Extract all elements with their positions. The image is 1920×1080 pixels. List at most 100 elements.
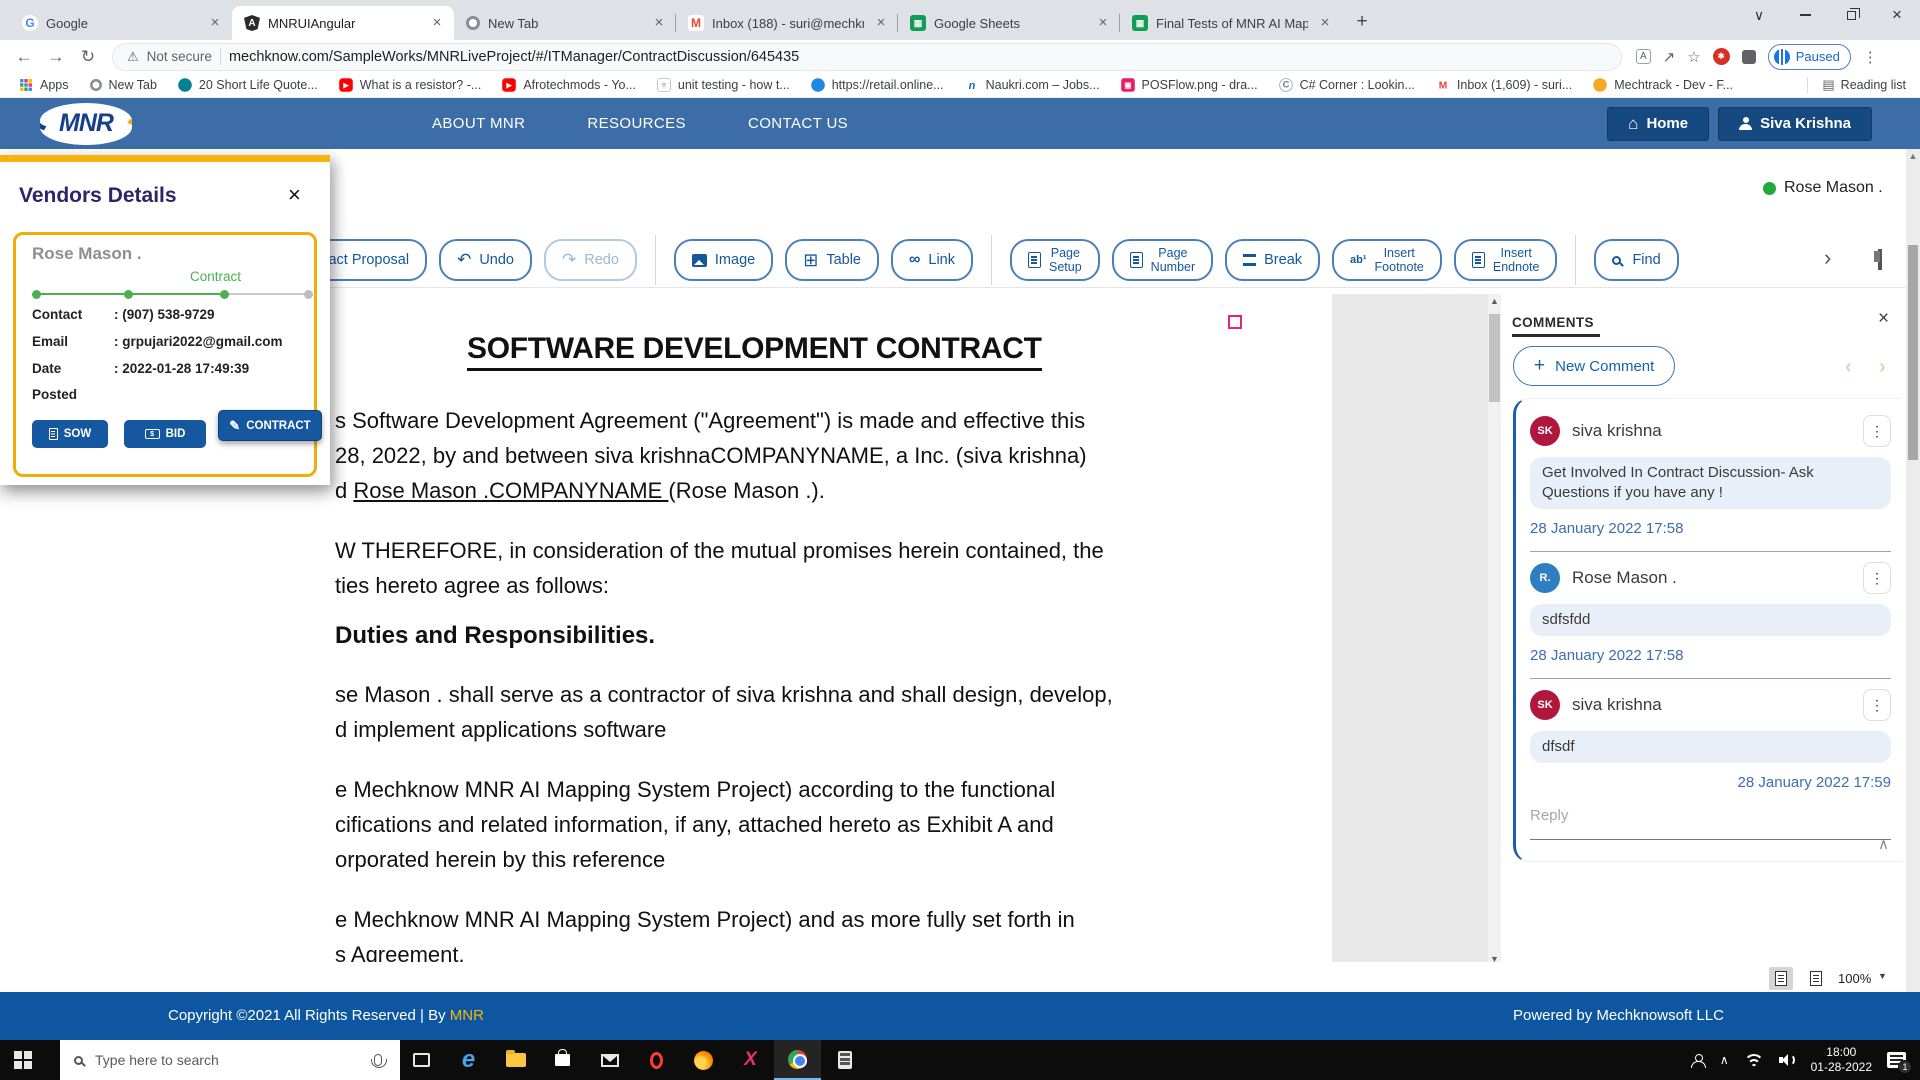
page-scrollbar[interactable]: ▲ ▼: [1906, 149, 1920, 1040]
break-button[interactable]: Break: [1225, 239, 1320, 281]
reload-button[interactable]: ↻: [72, 47, 104, 67]
toolbar-overflow-chevron-icon[interactable]: ›: [1824, 245, 1831, 271]
bookmark-item[interactable]: ▶What is a resistor? -...: [330, 77, 490, 93]
document-scrollbar[interactable]: ▲ ▼: [1488, 294, 1501, 967]
bookmark-item[interactable]: Apps: [10, 77, 77, 93]
browser-tab[interactable]: ▦Google Sheets×: [898, 6, 1120, 40]
nav-about-mnr[interactable]: ABOUT MNR: [432, 115, 525, 132]
bookmark-star-icon[interactable]: ☆: [1687, 48, 1700, 66]
bookmark-item[interactable]: CC# Corner : Lookin...: [1270, 77, 1423, 93]
task-view-button[interactable]: [398, 1040, 445, 1080]
close-button[interactable]: ×: [1874, 0, 1920, 30]
tab-close-icon[interactable]: ×: [1094, 14, 1112, 32]
page-setup-button[interactable]: PageSetup: [1010, 239, 1100, 281]
microphone-icon[interactable]: [374, 1054, 382, 1066]
side-panel-toggle-icon[interactable]: [1878, 249, 1882, 270]
undo-button[interactable]: Undo: [439, 239, 532, 281]
tab-search-icon[interactable]: ∨: [1736, 0, 1782, 30]
volume-icon[interactable]: [1779, 1053, 1796, 1067]
zoom-caret-icon[interactable]: ▼: [1878, 971, 1887, 981]
bookmark-item[interactable]: https://retail.online...: [802, 77, 952, 93]
back-button[interactable]: ←: [8, 47, 40, 67]
contract-button[interactable]: CONTRACT: [218, 410, 322, 441]
file-explorer-icon[interactable]: [492, 1040, 539, 1080]
extensions-puzzle-icon[interactable]: [1742, 50, 1756, 64]
tab-close-icon[interactable]: ×: [206, 14, 224, 32]
image-button[interactable]: Image: [674, 239, 773, 281]
opera-icon[interactable]: [633, 1040, 680, 1080]
zoom-level[interactable]: 100%: [1838, 971, 1871, 986]
new-comment-button[interactable]: + New Comment: [1513, 346, 1675, 386]
browser-tab[interactable]: New Tab×: [454, 6, 676, 40]
insert-endnote-button[interactable]: InsertEndnote: [1454, 239, 1558, 281]
start-button[interactable]: [14, 1051, 32, 1069]
adblock-extension-icon[interactable]: ✱: [1713, 48, 1730, 65]
address-bar[interactable]: ⚠ Not secure mechknow.com/SampleWorks/MN…: [112, 43, 1622, 71]
hidden-icons-chevron[interactable]: ∧: [1720, 1053, 1729, 1067]
bookmark-item[interactable]: ▶Afrotechmods - Yo...: [493, 77, 644, 93]
reading-list-button[interactable]: ▤ Reading list: [1807, 77, 1920, 93]
bookmark-item[interactable]: 20 Short Life Quote...: [169, 77, 326, 93]
reading-view-icon[interactable]: [1769, 967, 1793, 990]
browser-tab[interactable]: GGoogle×: [10, 6, 232, 40]
bookmark-item[interactable]: ▣POSFlow.png - dra...: [1112, 77, 1266, 93]
nav-contact-us[interactable]: CONTACT US: [748, 115, 848, 132]
bookmark-item[interactable]: MInbox (1,609) - suri...: [1427, 77, 1580, 93]
user-button[interactable]: Siva Krishna: [1718, 107, 1872, 141]
bid-button[interactable]: $ BID: [124, 420, 206, 448]
scrollbar-thumb[interactable]: [1908, 245, 1918, 460]
browser-tab[interactable]: AMNRUIAngular×: [232, 6, 454, 40]
edge-icon[interactable]: e: [445, 1040, 492, 1080]
scrollbar-thumb[interactable]: [1489, 314, 1500, 402]
chrome-icon[interactable]: [774, 1040, 821, 1080]
redo-button[interactable]: Redo: [544, 239, 637, 281]
next-comment-icon[interactable]: ›: [1879, 356, 1886, 379]
find-button[interactable]: Find: [1594, 239, 1678, 281]
comment-anchor-marker[interactable]: [1228, 315, 1242, 329]
new-tab-button[interactable]: +: [1348, 8, 1376, 36]
people-icon[interactable]: [1691, 1054, 1705, 1067]
wifi-icon[interactable]: [1744, 1053, 1764, 1068]
comment-menu-icon[interactable]: ⋮: [1863, 415, 1891, 447]
mnr-logo[interactable]: MNR: [40, 103, 132, 145]
chrome-menu-icon[interactable]: ⋮: [1863, 48, 1878, 66]
scroll-up-icon[interactable]: ▲: [1906, 151, 1920, 161]
browser-tab[interactable]: ▦Final Tests of MNR AI Mapping S×: [1120, 6, 1342, 40]
prev-comment-icon[interactable]: ‹: [1845, 356, 1852, 379]
translate-icon[interactable]: A: [1636, 49, 1651, 64]
page-number-button[interactable]: PageNumber: [1112, 239, 1213, 281]
forward-button[interactable]: →: [40, 47, 72, 67]
bookmark-item[interactable]: Mechtrack - Dev - F...: [1584, 77, 1741, 93]
mail-icon[interactable]: [586, 1040, 633, 1080]
document-page[interactable]: SOFTWARE DEVELOPMENT CONTRACT s Software…: [328, 294, 1332, 967]
link-button[interactable]: Link: [891, 239, 973, 281]
nav-resources[interactable]: RESOURCES: [587, 115, 686, 132]
comment-menu-icon[interactable]: ⋮: [1863, 689, 1891, 721]
taskbar-clock[interactable]: 18:00 01-28-2022: [1811, 1045, 1872, 1075]
taskbar-search-input[interactable]: Type here to search: [60, 1040, 400, 1080]
tab-close-icon[interactable]: ×: [650, 14, 668, 32]
notification-center-icon[interactable]: 1: [1887, 1052, 1906, 1068]
browser-tab[interactable]: MInbox (188) - suri@mechknowso×: [676, 6, 898, 40]
table-button[interactable]: Table: [785, 239, 879, 281]
collapse-chevron-up-icon[interactable]: ∧: [1878, 835, 1889, 853]
restore-button[interactable]: [1828, 0, 1874, 30]
sync-paused-button[interactable]: Paused: [1768, 44, 1851, 70]
comment-menu-icon[interactable]: ⋮: [1863, 562, 1891, 594]
tab-close-icon[interactable]: ×: [428, 14, 446, 32]
scroll-up-icon[interactable]: ▲: [1488, 294, 1501, 309]
design-app-icon[interactable]: X: [727, 1040, 774, 1080]
tab-close-icon[interactable]: ×: [872, 14, 890, 32]
sow-button[interactable]: SOW: [32, 420, 108, 448]
footer-brand-link[interactable]: MNR: [450, 1007, 484, 1024]
home-button[interactable]: ⌂ Home: [1607, 107, 1709, 141]
reply-input[interactable]: Reply: [1530, 807, 1891, 840]
tab-close-icon[interactable]: ×: [1316, 14, 1334, 32]
firefox-icon[interactable]: [680, 1040, 727, 1080]
share-icon[interactable]: ↗: [1663, 48, 1676, 66]
print-layout-icon[interactable]: [1804, 967, 1828, 990]
minimize-button[interactable]: [1782, 0, 1828, 30]
insert-footnote-button[interactable]: InsertFootnote: [1332, 239, 1442, 281]
bookmark-item[interactable]: New Tab: [81, 78, 165, 92]
bookmark-item[interactable]: nNaukri.com – Jobs...: [956, 77, 1108, 93]
